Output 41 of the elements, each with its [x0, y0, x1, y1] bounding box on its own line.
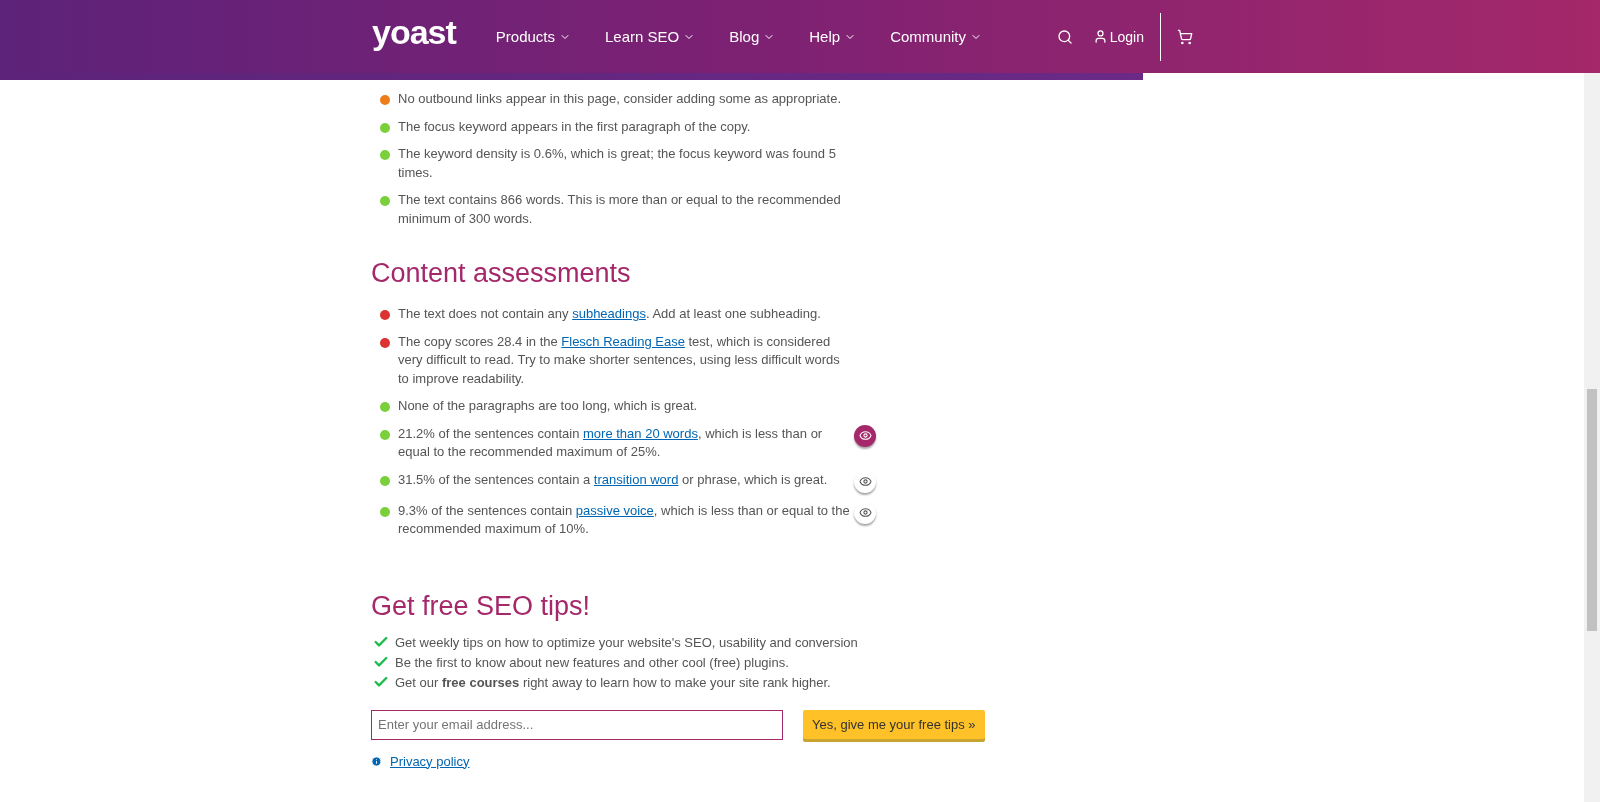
assessment-text: 9.3% of the sentences contain passive voice, which is less than or equal to the recommended maximum of 10%.: [398, 501, 850, 538]
assessment-text: The copy scores 28.4 in the Flesch Reading Ease test, which is considered very difficult to read. Try to make shorter sentences, using less difficult words to improve readability.: [398, 332, 841, 388]
nav-link[interactable]: Products: [495, 28, 572, 45]
eye-icon: [858, 429, 872, 442]
info-icon: [371, 755, 382, 767]
nav-link[interactable]: Community: [890, 28, 982, 45]
tip-text: Be the first to know about new features and other cool (free) plugins.: [395, 653, 789, 671]
search-icon[interactable]: [1056, 28, 1073, 45]
assessment-text: No outbound links appear in this page, consider adding some as appropriate.: [398, 90, 842, 108]
login-link[interactable]: Login: [1092, 28, 1144, 45]
assessment-text: The text contains 866 words. This is more than or equal to the recommended minimum of 300 words.: [398, 191, 842, 228]
term-link[interactable]: subheadings: [572, 306, 646, 321]
tip-text: Get weekly tips on how to optimize your website's SEO, usability and conversion: [395, 633, 858, 651]
term-link[interactable]: more than 20 words: [583, 425, 698, 441]
cart-icon[interactable]: [1177, 28, 1193, 45]
section-heading: Content assessments: [371, 258, 632, 289]
assessment-text: None of the paragraphs are too long, which is great.: [398, 397, 699, 415]
assessment-text: 31.5% of the sentences contain a transition word or phrase, which is great.: [398, 470, 829, 489]
nav-link[interactable]: Blog: [729, 28, 776, 45]
term-link[interactable]: Flesch Reading Ease: [561, 333, 685, 349]
highlight-eye-button[interactable]: [854, 470, 876, 493]
eye-icon: [858, 506, 872, 519]
term-link[interactable]: transition word: [593, 471, 679, 487]
highlight-eye-button[interactable]: [854, 501, 876, 524]
assessment-text: 21.2% of the sentences contain more than 20 words, which is less than or equal to the recommended maximum of 25%.: [398, 424, 824, 461]
section-heading: Get free SEO tips!: [371, 590, 592, 622]
user-icon: [1092, 29, 1108, 44]
assessment-text: The keyword density is 0.6%, which is great; the focus keyword was found 5 times.: [398, 145, 837, 182]
highlight-eye-button[interactable]: [854, 424, 876, 447]
nav-link[interactable]: Help: [809, 28, 857, 45]
scrollbar-thumb[interactable]: [1587, 389, 1597, 631]
submit-button[interactable]: Yes, give me your free tips »: [803, 709, 985, 739]
assessment-text: The focus keyword appears in the first paragraph of the copy.: [398, 117, 752, 136]
term-link[interactable]: passive voice: [575, 502, 654, 518]
tip-text: Get our free courses right away to learn how to make your site rank higher.: [395, 673, 831, 691]
logo[interactable]: yoast: [372, 13, 456, 52]
email-field[interactable]: Enter your email address...: [371, 709, 783, 740]
eye-icon: [858, 475, 872, 488]
assessment-text: The text does not contain any subheadings. Add at least one subheading.: [398, 305, 822, 323]
privacy-link[interactable]: Privacy policy: [390, 753, 470, 769]
nav-link[interactable]: Learn SEO: [605, 28, 696, 45]
